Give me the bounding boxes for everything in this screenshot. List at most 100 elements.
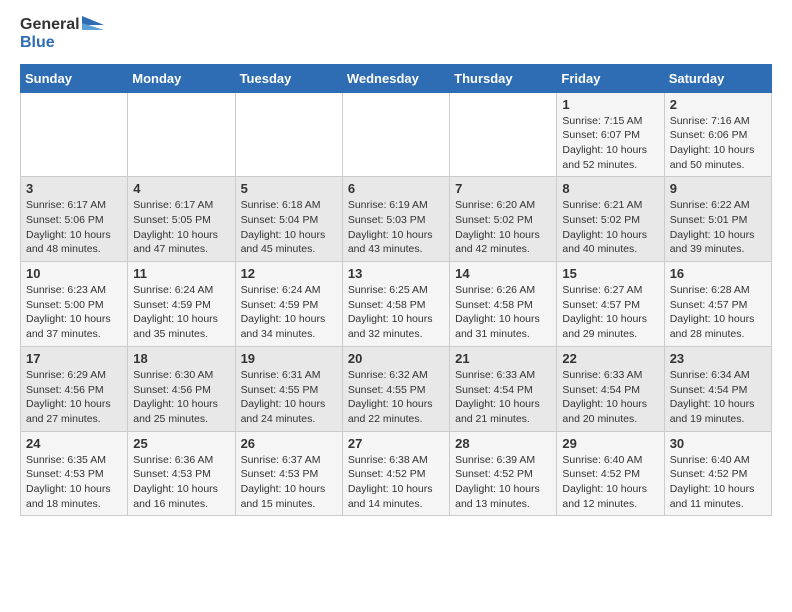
day-cell: 18Sunrise: 6:30 AM Sunset: 4:56 PM Dayli… bbox=[128, 346, 235, 431]
week-row-1: 1 Sunrise: 7:15 AM Sunset: 6:07 PM Daylig… bbox=[21, 92, 772, 177]
weekday-header-row: SundayMondayTuesdayWednesdayThursdayFrid… bbox=[21, 64, 772, 92]
day-cell: 10 Sunrise: 6:23 AM Sunset: 5:00 PM Dayli… bbox=[21, 262, 128, 347]
day-cell: 12 Sunrise: 6:24 AM Sunset: 4:59 PM Dayli… bbox=[235, 262, 342, 347]
day-cell: 5 Sunrise: 6:18 AM Sunset: 5:04 PM Daylig… bbox=[235, 177, 342, 262]
day-number: 20 bbox=[348, 351, 444, 366]
day-cell: 28 Sunrise: 6:39 AM Sunset: 4:52 PM Dayli… bbox=[450, 431, 557, 516]
day-cell: 8 Sunrise: 6:21 AM Sunset: 5:02 PM Daylig… bbox=[557, 177, 664, 262]
day-cell: 21 Sunrise: 6:33 AM Sunset: 4:54 PM Dayli… bbox=[450, 346, 557, 431]
day-info: Sunrise: 6:22 AM Sunset: 5:01 PM Dayligh… bbox=[670, 198, 766, 257]
weekday-header-thursday: Thursday bbox=[450, 64, 557, 92]
day-info: Sunrise: 6:21 AM Sunset: 5:02 PM Dayligh… bbox=[562, 198, 658, 257]
day-number: 7 bbox=[455, 181, 551, 196]
weekday-header-sunday: Sunday bbox=[21, 64, 128, 92]
day-info: Sunrise: 6:26 AM Sunset: 4:58 PM Dayligh… bbox=[455, 283, 551, 342]
day-number: 27 bbox=[348, 436, 444, 451]
day-cell bbox=[342, 92, 449, 177]
week-row-2: 3 Sunrise: 6:17 AM Sunset: 5:06 PM Daylig… bbox=[21, 177, 772, 262]
day-cell: 1 Sunrise: 7:15 AM Sunset: 6:07 PM Daylig… bbox=[557, 92, 664, 177]
week-row-5: 24 Sunrise: 6:35 AM Sunset: 4:53 PM Dayli… bbox=[21, 431, 772, 516]
day-number: 3 bbox=[26, 181, 122, 196]
logo: GeneralBlue bbox=[20, 16, 104, 52]
day-info: Sunrise: 6:28 AM Sunset: 4:57 PM Dayligh… bbox=[670, 283, 766, 342]
weekday-header-saturday: Saturday bbox=[664, 64, 771, 92]
day-number: 28 bbox=[455, 436, 551, 451]
day-info: Sunrise: 6:30 AM Sunset: 4:56 PM Dayligh… bbox=[133, 368, 229, 427]
day-cell: 19 Sunrise: 6:31 AM Sunset: 4:55 PM Dayli… bbox=[235, 346, 342, 431]
day-number: 16 bbox=[670, 266, 766, 281]
header: GeneralBlue bbox=[20, 16, 772, 52]
day-number: 29 bbox=[562, 436, 658, 451]
day-number: 1 bbox=[562, 97, 658, 112]
day-info: Sunrise: 6:17 AM Sunset: 5:05 PM Dayligh… bbox=[133, 198, 229, 257]
day-number: 25 bbox=[133, 436, 229, 451]
day-number: 6 bbox=[348, 181, 444, 196]
day-info: Sunrise: 6:29 AM Sunset: 4:56 PM Dayligh… bbox=[26, 368, 122, 427]
week-row-3: 10 Sunrise: 6:23 AM Sunset: 5:00 PM Dayli… bbox=[21, 262, 772, 347]
day-cell bbox=[450, 92, 557, 177]
day-info: Sunrise: 6:25 AM Sunset: 4:58 PM Dayligh… bbox=[348, 283, 444, 342]
day-cell: 15 Sunrise: 6:27 AM Sunset: 4:57 PM Dayli… bbox=[557, 262, 664, 347]
day-info: Sunrise: 6:38 AM Sunset: 4:52 PM Dayligh… bbox=[348, 453, 444, 512]
day-info: Sunrise: 6:24 AM Sunset: 4:59 PM Dayligh… bbox=[133, 283, 229, 342]
day-info: Sunrise: 6:24 AM Sunset: 4:59 PM Dayligh… bbox=[241, 283, 337, 342]
day-number: 10 bbox=[26, 266, 122, 281]
day-info: Sunrise: 6:31 AM Sunset: 4:55 PM Dayligh… bbox=[241, 368, 337, 427]
weekday-header-tuesday: Tuesday bbox=[235, 64, 342, 92]
day-number: 30 bbox=[670, 436, 766, 451]
day-info: Sunrise: 7:15 AM Sunset: 6:07 PM Dayligh… bbox=[562, 114, 658, 173]
weekday-header-monday: Monday bbox=[128, 64, 235, 92]
day-cell: 24 Sunrise: 6:35 AM Sunset: 4:53 PM Dayli… bbox=[21, 431, 128, 516]
day-cell: 7 Sunrise: 6:20 AM Sunset: 5:02 PM Daylig… bbox=[450, 177, 557, 262]
day-cell bbox=[235, 92, 342, 177]
day-info: Sunrise: 7:16 AM Sunset: 6:06 PM Dayligh… bbox=[670, 114, 766, 173]
day-number: 8 bbox=[562, 181, 658, 196]
day-number: 13 bbox=[348, 266, 444, 281]
day-info: Sunrise: 6:20 AM Sunset: 5:02 PM Dayligh… bbox=[455, 198, 551, 257]
day-info: Sunrise: 6:32 AM Sunset: 4:55 PM Dayligh… bbox=[348, 368, 444, 427]
day-cell: 26Sunrise: 6:37 AM Sunset: 4:53 PM Dayli… bbox=[235, 431, 342, 516]
day-cell: 3 Sunrise: 6:17 AM Sunset: 5:06 PM Daylig… bbox=[21, 177, 128, 262]
day-info: Sunrise: 6:33 AM Sunset: 4:54 PM Dayligh… bbox=[562, 368, 658, 427]
day-cell: 22 Sunrise: 6:33 AM Sunset: 4:54 PM Dayli… bbox=[557, 346, 664, 431]
day-cell: 17Sunrise: 6:29 AM Sunset: 4:56 PM Dayli… bbox=[21, 346, 128, 431]
day-cell: 9Sunrise: 6:22 AM Sunset: 5:01 PM Daylig… bbox=[664, 177, 771, 262]
day-info: Sunrise: 6:40 AM Sunset: 4:52 PM Dayligh… bbox=[562, 453, 658, 512]
day-info: Sunrise: 6:36 AM Sunset: 4:53 PM Dayligh… bbox=[133, 453, 229, 512]
day-number: 11 bbox=[133, 266, 229, 281]
day-info: Sunrise: 6:35 AM Sunset: 4:53 PM Dayligh… bbox=[26, 453, 122, 512]
day-number: 15 bbox=[562, 266, 658, 281]
day-number: 12 bbox=[241, 266, 337, 281]
day-cell: 20 Sunrise: 6:32 AM Sunset: 4:55 PM Dayli… bbox=[342, 346, 449, 431]
calendar-table: SundayMondayTuesdayWednesdayThursdayFrid… bbox=[20, 64, 772, 517]
day-cell: 6 Sunrise: 6:19 AM Sunset: 5:03 PM Daylig… bbox=[342, 177, 449, 262]
day-number: 26 bbox=[241, 436, 337, 451]
day-info: Sunrise: 6:33 AM Sunset: 4:54 PM Dayligh… bbox=[455, 368, 551, 427]
day-number: 21 bbox=[455, 351, 551, 366]
weekday-header-friday: Friday bbox=[557, 64, 664, 92]
day-number: 23 bbox=[670, 351, 766, 366]
day-number: 4 bbox=[133, 181, 229, 196]
day-cell: 2 Sunrise: 7:16 AM Sunset: 6:06 PM Daylig… bbox=[664, 92, 771, 177]
day-info: Sunrise: 6:39 AM Sunset: 4:52 PM Dayligh… bbox=[455, 453, 551, 512]
day-info: Sunrise: 6:19 AM Sunset: 5:03 PM Dayligh… bbox=[348, 198, 444, 257]
day-info: Sunrise: 6:23 AM Sunset: 5:00 PM Dayligh… bbox=[26, 283, 122, 342]
day-info: Sunrise: 6:17 AM Sunset: 5:06 PM Dayligh… bbox=[26, 198, 122, 257]
day-number: 19 bbox=[241, 351, 337, 366]
day-cell: 25 Sunrise: 6:36 AM Sunset: 4:53 PM Dayli… bbox=[128, 431, 235, 516]
day-number: 22 bbox=[562, 351, 658, 366]
day-number: 24 bbox=[26, 436, 122, 451]
day-info: Sunrise: 6:18 AM Sunset: 5:04 PM Dayligh… bbox=[241, 198, 337, 257]
day-info: Sunrise: 6:34 AM Sunset: 4:54 PM Dayligh… bbox=[670, 368, 766, 427]
day-cell bbox=[21, 92, 128, 177]
day-cell: 13 Sunrise: 6:25 AM Sunset: 4:58 PM Dayli… bbox=[342, 262, 449, 347]
day-number: 2 bbox=[670, 97, 766, 112]
day-number: 5 bbox=[241, 181, 337, 196]
day-info: Sunrise: 6:27 AM Sunset: 4:57 PM Dayligh… bbox=[562, 283, 658, 342]
day-cell: 14Sunrise: 6:26 AM Sunset: 4:58 PM Dayli… bbox=[450, 262, 557, 347]
weekday-header-wednesday: Wednesday bbox=[342, 64, 449, 92]
day-cell: 30Sunrise: 6:40 AM Sunset: 4:52 PM Dayli… bbox=[664, 431, 771, 516]
week-row-4: 17Sunrise: 6:29 AM Sunset: 4:56 PM Dayli… bbox=[21, 346, 772, 431]
day-cell: 16 Sunrise: 6:28 AM Sunset: 4:57 PM Dayli… bbox=[664, 262, 771, 347]
day-cell: 23 Sunrise: 6:34 AM Sunset: 4:54 PM Dayli… bbox=[664, 346, 771, 431]
